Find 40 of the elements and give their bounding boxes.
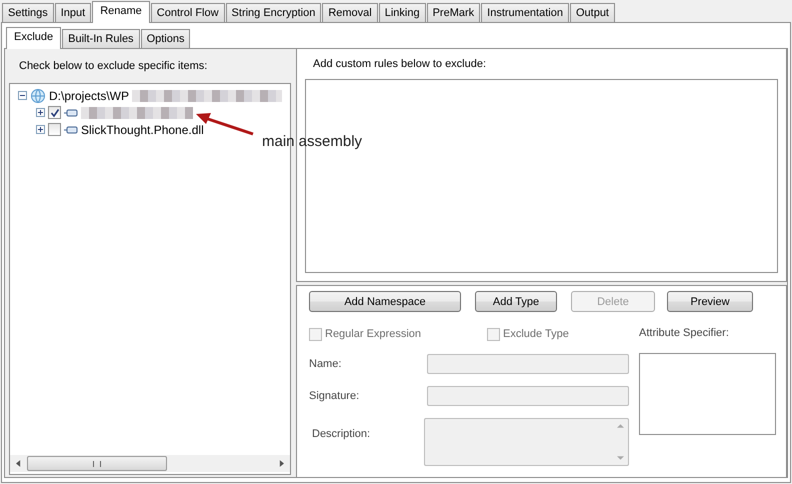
scroll-left-icon[interactable]: [16, 460, 21, 467]
tab[interactable]: Removal: [322, 3, 378, 22]
assembly-icon: [64, 126, 78, 134]
expand-icon[interactable]: [36, 108, 45, 117]
tab[interactable]: Linking: [378, 3, 426, 22]
tree-item-label[interactable]: D:\projects\WP: [49, 88, 130, 102]
collapse-icon[interactable]: [18, 91, 27, 100]
field-label: Signature:: [309, 390, 360, 402]
tab[interactable]: Rename: [92, 1, 150, 23]
panel-heading: Add custom rules below to exclude:: [312, 57, 488, 72]
field-label: Attribute Specifier:: [639, 326, 730, 341]
globe-icon: [30, 88, 46, 104]
horizontal-scrollbar[interactable]: [10, 455, 290, 472]
tab[interactable]: Output: [570, 3, 615, 22]
scroll-right-icon[interactable]: [279, 460, 284, 467]
panel-heading: Check below to exclude specific items:: [18, 59, 208, 74]
tab[interactable]: Options: [140, 29, 190, 48]
tab[interactable]: String Encryption: [226, 3, 322, 22]
checkbox-label: Regular Expression: [325, 328, 421, 340]
tab[interactable]: Input: [54, 3, 92, 22]
tab[interactable]: Exclude: [6, 27, 62, 49]
tab[interactable]: PreMark: [426, 3, 480, 22]
assembly-icon: [64, 108, 78, 116]
tab[interactable]: Settings: [2, 3, 54, 22]
field-label: Name:: [309, 358, 342, 370]
tab[interactable]: Instrumentation: [481, 3, 569, 22]
checkbox-label: Exclude Type: [503, 328, 569, 340]
scroll-thumb[interactable]: [27, 456, 167, 471]
button[interactable]: Preview: [667, 291, 753, 312]
attribute-list[interactable]: [639, 353, 776, 435]
checkbox[interactable]: [48, 123, 61, 136]
button[interactable]: Add Type: [475, 291, 557, 312]
expand-icon[interactable]: [36, 125, 45, 134]
button[interactable]: Add Namespace: [309, 291, 461, 312]
tab[interactable]: Built-In Rules: [62, 29, 140, 48]
annotation-text: main assembly: [262, 133, 362, 150]
checkbox[interactable]: [48, 106, 61, 119]
field-label: Description:: [311, 427, 372, 442]
tab[interactable]: Control Flow: [150, 3, 225, 22]
tree-item-label[interactable]: SlickThought.Phone.dll: [81, 122, 204, 136]
